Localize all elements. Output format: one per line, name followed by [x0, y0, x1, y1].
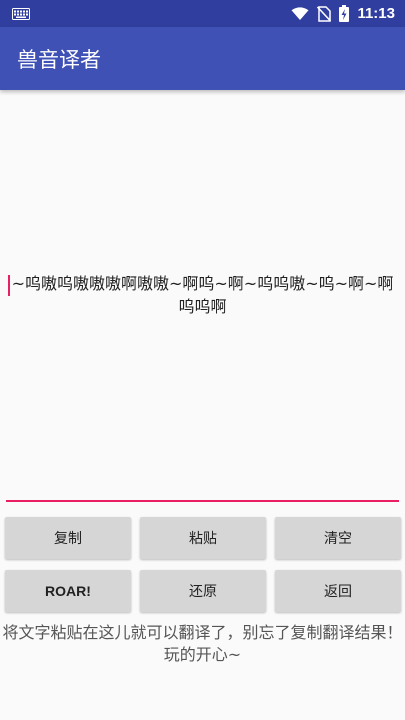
status-right: 11:13 — [291, 5, 395, 22]
battery-charging-icon — [339, 5, 350, 22]
keyboard-icon — [12, 7, 30, 20]
wifi-icon — [291, 6, 309, 20]
no-sim-icon — [317, 5, 332, 22]
back-button[interactable]: 返回 — [275, 570, 401, 612]
clear-button[interactable]: 清空 — [275, 517, 401, 559]
copy-button[interactable]: 复制 — [5, 517, 131, 559]
status-bar: 11:13 — [0, 0, 405, 27]
editor-text[interactable]: ~呜嗷呜嗷嗷嗷啊嗷嗷~啊呜~啊~呜呜嗷~呜~啊~啊呜呜啊 — [6, 272, 399, 318]
paste-button[interactable]: 粘贴 — [140, 517, 266, 559]
text-editor[interactable]: ~呜嗷呜嗷嗷嗷啊嗷嗷~啊呜~啊~呜呜嗷~呜~啊~啊呜呜啊 — [6, 100, 399, 502]
hint-text: 将文字粘贴在这儿就可以翻译了，别忘了复制翻译结果！玩的开心~ — [2, 623, 403, 664]
app-title: 兽音译者 — [17, 47, 101, 72]
status-left — [12, 7, 30, 20]
status-time: 11:13 — [357, 5, 395, 22]
restore-button[interactable]: 还原 — [140, 570, 266, 612]
editor-underline — [6, 500, 399, 502]
roar-button[interactable]: ROAR! — [5, 570, 131, 612]
app-bar: 兽音译者 — [0, 27, 405, 90]
